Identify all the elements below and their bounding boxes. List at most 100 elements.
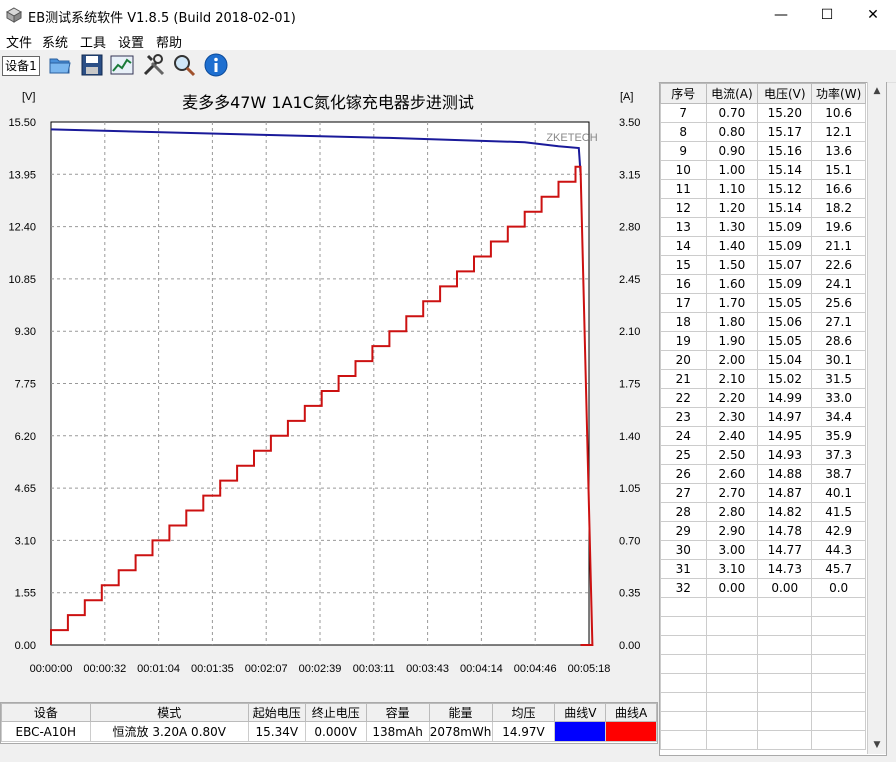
right-tick-label: 0.35 <box>619 588 640 600</box>
device-1-button[interactable]: 设备1 <box>2 56 40 76</box>
cell-power: 0.0 <box>811 578 866 598</box>
col-header-power[interactable]: 功率(W) <box>811 83 866 104</box>
search-icon[interactable] <box>172 53 196 77</box>
table-row[interactable]: 32 0.00 0.00 0.0 <box>660 578 866 598</box>
x-tick-label: 00:03:11 <box>353 663 395 675</box>
scroll-down-icon[interactable]: ▼ <box>868 736 886 754</box>
folder-icon[interactable] <box>48 53 72 77</box>
cell-current: 1.40 <box>705 236 759 256</box>
col-header-current[interactable]: 电流(A) <box>705 83 759 104</box>
chart-title: 麦多多47W 1A1C氮化镓充电器步进测试 <box>182 93 474 112</box>
cell-voltage: 15.14 <box>757 160 813 180</box>
table-row[interactable]: 29 2.90 14.78 42.9 <box>660 521 866 541</box>
empty-row <box>660 616 866 636</box>
right-tick-label: 1.40 <box>619 431 640 443</box>
col-header-voltage[interactable]: 电压(V) <box>757 83 813 104</box>
cell-voltage: 15.05 <box>757 293 813 313</box>
table-row[interactable]: 25 2.50 14.93 37.3 <box>660 445 866 465</box>
cell-current: 1.90 <box>705 331 759 351</box>
left-tick-label: 0.00 <box>15 640 36 652</box>
x-tick-label: 00:02:39 <box>299 663 342 675</box>
minimize-button[interactable]: — <box>758 0 804 30</box>
chart-icon[interactable] <box>110 53 134 77</box>
cell-voltage: 14.78 <box>757 521 813 541</box>
cell-voltage: 15.06 <box>757 312 813 332</box>
close-button[interactable]: ✕ <box>850 0 896 30</box>
table-row[interactable]: 23 2.30 14.97 34.4 <box>660 407 866 427</box>
cell-power: 37.3 <box>811 445 866 465</box>
cell-voltage: 15.02 <box>757 369 813 389</box>
window-title: EB测试系统软件 V1.8.5 (Build 2018-02-01) <box>28 11 296 26</box>
table-row[interactable]: 8 0.80 15.17 12.1 <box>660 122 866 142</box>
data-table-panel: 序号 电流(A) 电压(V) 功率(W) 7 0.70 15.20 10.6 8 0.80… <box>659 82 887 756</box>
table-row[interactable]: 11 1.10 15.12 16.6 <box>660 179 866 199</box>
cell-index: 28 <box>660 502 707 522</box>
x-tick-label: 00:03:43 <box>406 663 449 675</box>
menu-system[interactable]: 系统 <box>42 32 68 51</box>
x-tick-label: 00:01:35 <box>191 663 234 675</box>
cell-voltage: 14.77 <box>757 540 813 560</box>
save-icon[interactable] <box>80 53 104 77</box>
vertical-scrollbar[interactable]: ▲ ▼ <box>867 82 886 754</box>
table-row[interactable]: 22 2.20 14.99 33.0 <box>660 388 866 408</box>
table-row[interactable]: 15 1.50 15.07 22.6 <box>660 255 866 275</box>
info-icon[interactable] <box>204 53 228 77</box>
empty-row <box>660 673 866 693</box>
table-row[interactable]: 9 0.90 15.16 13.6 <box>660 141 866 161</box>
table-row[interactable]: 16 1.60 15.09 24.1 <box>660 274 866 294</box>
left-tick-label: 7.75 <box>15 379 36 391</box>
table-row[interactable]: 19 1.90 15.05 28.6 <box>660 331 866 351</box>
table-row[interactable]: 17 1.70 15.05 25.6 <box>660 293 866 313</box>
cell-power: 35.9 <box>811 426 866 446</box>
table-row[interactable]: 28 2.80 14.82 41.5 <box>660 502 866 522</box>
table-row[interactable]: 27 2.70 14.87 40.1 <box>660 483 866 503</box>
menu-settings[interactable]: 设置 <box>118 32 144 51</box>
summary-avg-voltage: 14.97V <box>491 721 556 742</box>
curve-a-color-swatch[interactable] <box>605 721 657 742</box>
menu-file[interactable]: 文件 <box>6 32 32 51</box>
summary-header-mode: 模式 <box>89 703 249 722</box>
table-row[interactable]: 30 3.00 14.77 44.3 <box>660 540 866 560</box>
scroll-up-icon[interactable]: ▲ <box>868 82 886 100</box>
table-row[interactable]: 12 1.20 15.14 18.2 <box>660 198 866 218</box>
summary-start-voltage: 15.34V <box>247 721 306 742</box>
table-row[interactable]: 21 2.10 15.02 31.5 <box>660 369 866 389</box>
horizontal-scrollbar[interactable] <box>0 744 658 762</box>
table-row[interactable]: 18 1.80 15.06 27.1 <box>660 312 866 332</box>
tools-icon[interactable] <box>142 53 166 77</box>
summary-header-energy: 能量 <box>428 703 493 722</box>
left-tick-label: 13.95 <box>8 169 36 181</box>
table-row[interactable]: 7 0.70 15.20 10.6 <box>660 103 866 123</box>
cell-current: 2.30 <box>705 407 759 427</box>
cell-index: 17 <box>660 293 707 313</box>
cell-voltage: 15.09 <box>757 274 813 294</box>
table-row[interactable]: 10 1.00 15.14 15.1 <box>660 160 866 180</box>
cell-index: 32 <box>660 578 707 598</box>
summary-panel: 设备 模式 起始电压 终止电压 容量 能量 均压 曲线V 曲线A EBC-A10… <box>0 702 658 744</box>
table-row[interactable]: 26 2.60 14.88 38.7 <box>660 464 866 484</box>
cell-current: 2.00 <box>705 350 759 370</box>
right-tick-label: 1.75 <box>619 379 640 391</box>
left-tick-labels: 15.50 13.95 12.40 10.85 9.30 7.75 6.20 4.65 3.10… <box>8 117 36 652</box>
table-row[interactable]: 31 3.10 14.73 45.7 <box>660 559 866 579</box>
summary-value-row: EBC-A10H 恒流放 3.20A 0.80V 15.34V 0.000V 1… <box>1 721 657 742</box>
col-header-index[interactable]: 序号 <box>660 83 707 104</box>
left-tick-label: 12.40 <box>8 222 36 234</box>
table-row[interactable]: 13 1.30 15.09 19.6 <box>660 217 866 237</box>
maximize-button[interactable]: ☐ <box>804 0 850 30</box>
cell-current: 2.10 <box>705 369 759 389</box>
table-row[interactable]: 14 1.40 15.09 21.1 <box>660 236 866 256</box>
table-row[interactable]: 20 2.00 15.04 30.1 <box>660 350 866 370</box>
cell-voltage: 14.73 <box>757 559 813 579</box>
cell-voltage: 15.09 <box>757 236 813 256</box>
menu-tools[interactable]: 工具 <box>80 32 106 51</box>
empty-row <box>660 692 866 712</box>
curve-v-color-swatch[interactable] <box>554 721 607 742</box>
menu-help[interactable]: 帮助 <box>156 32 182 51</box>
table-row[interactable]: 24 2.40 14.95 35.9 <box>660 426 866 446</box>
cell-index: 16 <box>660 274 707 294</box>
left-tick-label: 6.20 <box>15 431 36 443</box>
cell-index: 15 <box>660 255 707 275</box>
left-tick-label: 15.50 <box>8 117 36 129</box>
right-tick-label: 3.50 <box>619 117 640 129</box>
